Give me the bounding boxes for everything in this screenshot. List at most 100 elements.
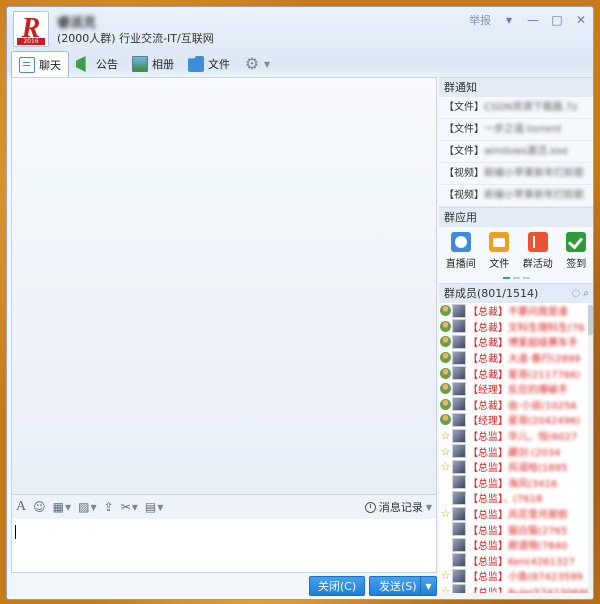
member-row[interactable]: ☆ 【总监】风谣哈(1895 (439, 459, 593, 475)
avatar[interactable] (452, 584, 466, 593)
avatar[interactable] (452, 366, 466, 381)
maximize-icon[interactable]: □ (551, 13, 563, 27)
app-item[interactable]: 群活动 (523, 232, 553, 277)
avatar[interactable] (452, 303, 466, 318)
notice-type: 【文件】 (444, 124, 484, 135)
tab-files[interactable]: 文件 (181, 51, 237, 77)
message-history-button[interactable]: 消息记录 ▼ (364, 499, 432, 515)
member-row[interactable]: ☆ 【总监】藏剑·(2034 (439, 443, 593, 459)
member-name: 【总监】华儿，恒(6027 (468, 428, 577, 443)
member-row[interactable]: 【经理】反应的爆破手 (439, 381, 593, 397)
scissors-icon[interactable]: ✂ ▼ (121, 500, 138, 514)
avatar[interactable] (452, 381, 466, 396)
emoji-icon[interactable]: ☺ (33, 500, 46, 514)
live-room-icon (450, 232, 471, 252)
avatar[interactable] (452, 568, 466, 583)
app-item[interactable]: 文件 (489, 232, 510, 277)
member-row[interactable]: 【总裁】星哥(2117766) (439, 365, 593, 381)
scroll-thumb[interactable] (588, 305, 593, 335)
avatar[interactable] (452, 506, 466, 521)
avatar[interactable] (452, 397, 466, 412)
member-list[interactable]: 【总裁】不要问我是谁 【总裁】文科生理科生(76 【总裁】博爱超级赛车手 【总裁】大道… (439, 303, 593, 593)
group-chat-window: R 2016 睿派克 (2000人群) 行业交流-IT/互联网 举报 ▾ — □… (6, 6, 594, 600)
avatar[interactable] (452, 537, 466, 552)
avatar[interactable] (452, 490, 466, 505)
tab-notice[interactable]: 公告 (69, 51, 125, 77)
group-name[interactable]: 睿派克 (57, 12, 96, 31)
font-icon[interactable]: A (16, 499, 26, 515)
member-row[interactable]: 【总监】海风(3416 (439, 475, 593, 491)
member-row[interactable]: 【总裁】博爱超级赛车手 (439, 334, 593, 350)
report-link[interactable]: 举报 (469, 12, 491, 28)
avatar[interactable] (452, 475, 466, 490)
member-tag: 【总裁】 (468, 307, 508, 319)
member-nick: 文科生理科生(76 (508, 322, 585, 334)
action-buttons: 关闭(C) 发送(S) ▼ (11, 573, 437, 599)
member-row[interactable]: 【总监】。(7618 (439, 490, 593, 506)
upload-icon[interactable]: ⇪ (104, 500, 114, 514)
notice-item[interactable]: 【视频】新编小苹果新年打脸歌 (439, 185, 593, 207)
tab-chat[interactable]: 聊天 (11, 51, 69, 77)
member-row[interactable]: 【总监】Ken(4261327 (439, 553, 593, 569)
avatar[interactable] (452, 522, 466, 537)
member-row[interactable]: 【经理】星哥(2042496) (439, 412, 593, 428)
logo-year: 2016 (17, 38, 45, 45)
member-row[interactable]: ☆ 【总监】风花雪月那些 (439, 506, 593, 522)
member-scrollbar[interactable] (588, 303, 593, 593)
member-tag: 【经理】 (468, 416, 508, 428)
message-input[interactable] (11, 519, 437, 573)
notice-text: 新编小苹果新年打脸歌 (484, 168, 584, 179)
member-tag: 【总裁】 (468, 322, 508, 334)
avatar[interactable] (452, 553, 466, 568)
member-row[interactable]: 【总裁】不要问我是谁 (439, 303, 593, 319)
send-button[interactable]: 发送(S) ▼ (369, 576, 437, 596)
avatar[interactable] (452, 428, 466, 443)
tab-album[interactable]: 相册 (125, 51, 181, 77)
notice-item[interactable]: 【文件】一步之遥.torrent (439, 119, 593, 141)
avatar[interactable] (452, 334, 466, 349)
member-row[interactable]: 【总监】猫白猫(2765 (439, 521, 593, 537)
member-row[interactable]: ☆ 【总监】华儿，恒(6027 (439, 428, 593, 444)
notice-item[interactable]: 【文件】windows激活.exe (439, 141, 593, 163)
member-name: 【总裁】文科生理科生(76 (468, 319, 585, 334)
member-row[interactable]: ☆ 【总监】小鱼(87423599 (439, 568, 593, 584)
search-icon[interactable]: ◌ ⌕ (571, 284, 589, 304)
close-icon[interactable]: ✕ (575, 13, 587, 27)
avatar[interactable] (452, 412, 466, 427)
member-row[interactable]: 【总监】廊道哦(7840 (439, 537, 593, 553)
app-item[interactable]: 签到 (566, 232, 587, 277)
send-options-icon[interactable]: ▼ (420, 577, 436, 595)
avatar[interactable] (452, 444, 466, 459)
star-icon: ☆ (440, 460, 451, 474)
gif-icon[interactable]: ▦ ▼ (53, 500, 72, 514)
close-button[interactable]: 关闭(C) (309, 576, 365, 596)
avatar[interactable] (452, 350, 466, 365)
notice-flag-icon (76, 56, 86, 72)
dropdown-icon[interactable]: ▾ (503, 13, 515, 27)
notice-item[interactable]: 【视频】新编小苹果新年打脸歌 (439, 163, 593, 185)
member-row[interactable]: 【总裁】由·小说(10256 (439, 397, 593, 413)
tab-album-label: 相册 (152, 58, 174, 71)
group-avatar[interactable]: R 2016 (13, 11, 49, 47)
notice-item[interactable]: 【文件】CSDN资源下载器.7z (439, 97, 593, 119)
tab-settings[interactable]: ⚙ ▼ (237, 51, 277, 77)
owner-icon (440, 414, 451, 426)
avatar[interactable] (452, 459, 466, 474)
pager-dot[interactable] (522, 277, 530, 279)
image-icon[interactable]: ▨ ▼ (78, 500, 97, 514)
pager-dot[interactable] (512, 277, 520, 279)
avatar[interactable] (452, 319, 466, 334)
member-tag: 【总监】 (468, 510, 508, 522)
app-label: 直播间 (445, 259, 476, 270)
more-tools-icon[interactable]: ▤ ▼ (145, 500, 164, 514)
minimize-icon[interactable]: — (527, 13, 539, 27)
checkin-icon (566, 232, 587, 252)
message-area[interactable] (11, 77, 437, 495)
chat-icon (19, 56, 35, 73)
member-row[interactable]: 【总裁】大道·善行(2899 (439, 350, 593, 366)
member-nick: 风花雪月那些 (508, 510, 568, 522)
pager-dot[interactable] (502, 277, 510, 279)
app-item[interactable]: 直播间 (446, 232, 476, 277)
member-row[interactable]: ☆ 【总监】Bule(574230699 (439, 584, 593, 593)
member-row[interactable]: 【总裁】文科生理科生(76 (439, 319, 593, 335)
